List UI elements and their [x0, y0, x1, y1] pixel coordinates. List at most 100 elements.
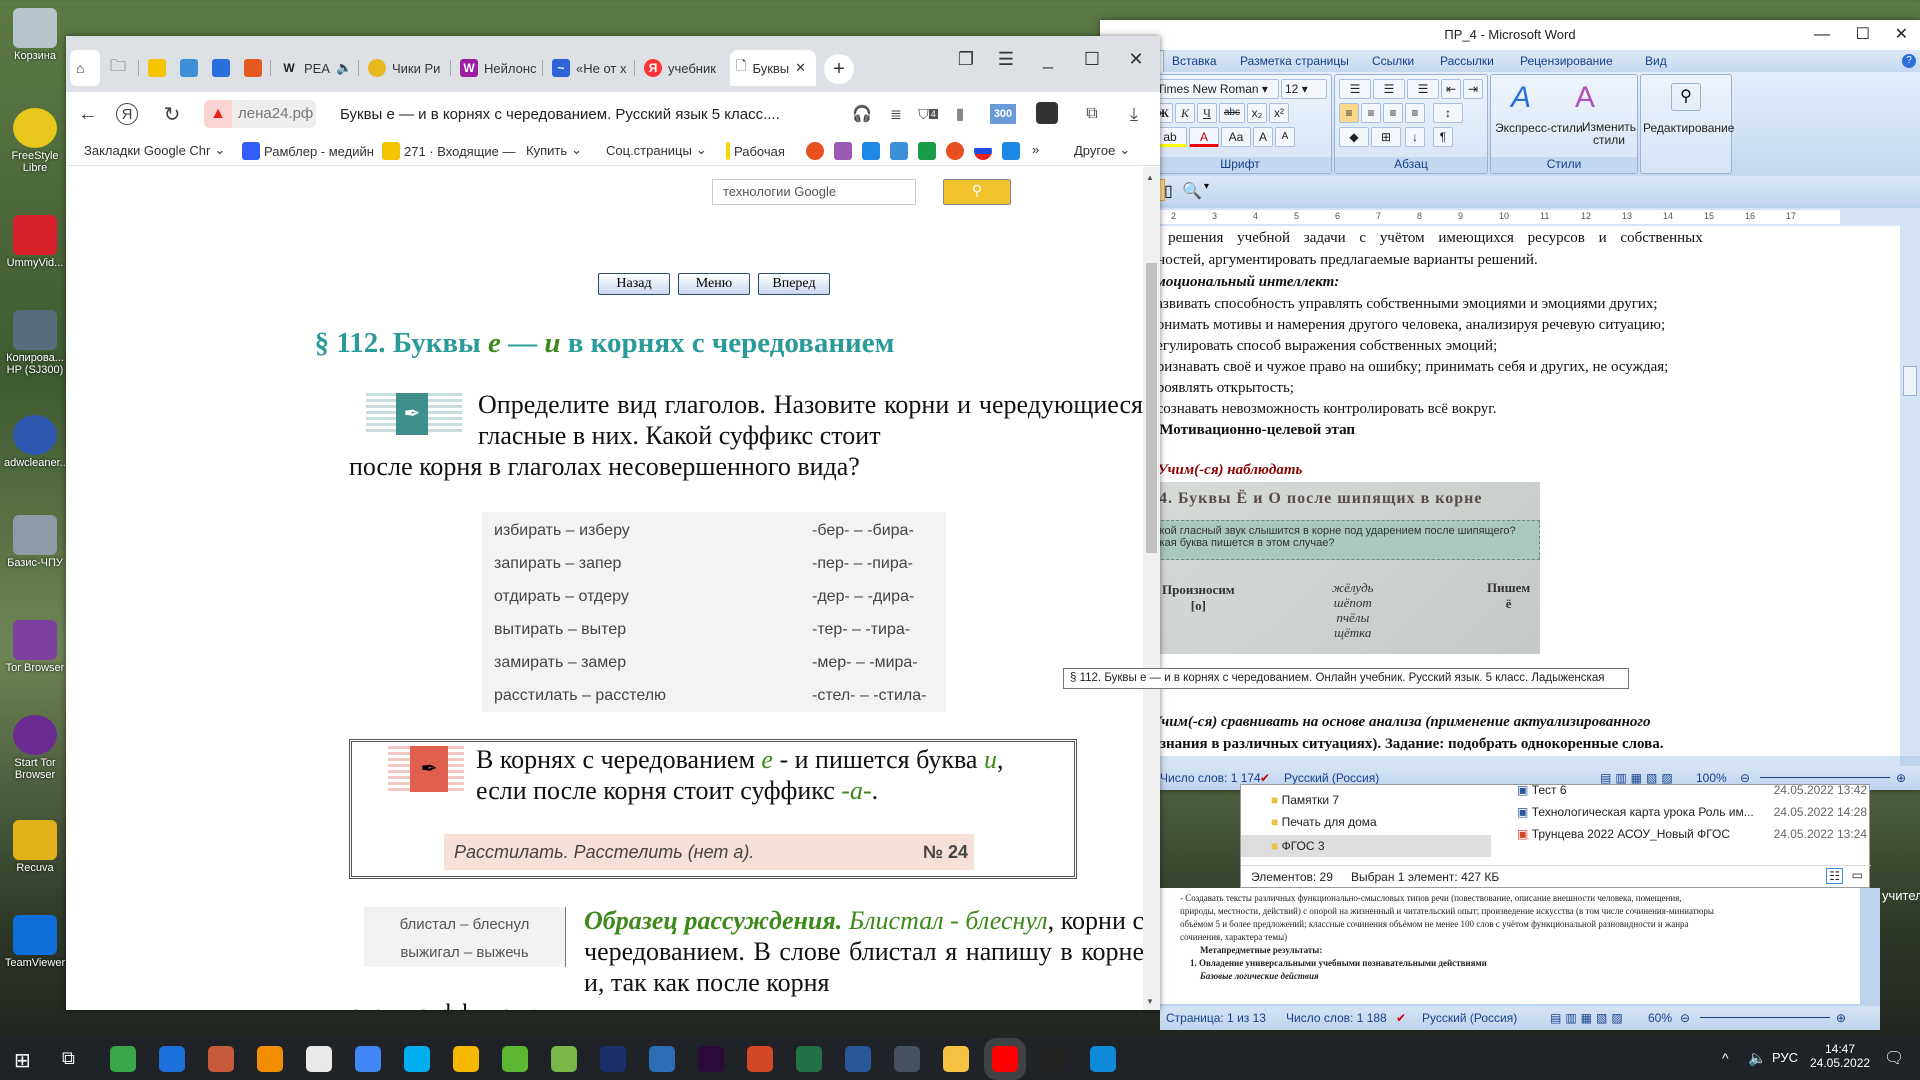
bookmark-icon-cross[interactable] — [918, 142, 936, 160]
taskbar-app-icon[interactable] — [1090, 1046, 1116, 1072]
taskbar-app-icon[interactable] — [257, 1046, 283, 1072]
bookmark-buy-folder[interactable]: Купить ⌄ — [526, 142, 582, 158]
bookmark-icon-k[interactable] — [862, 142, 880, 160]
folder-item[interactable]: ■ Памятки 7 — [1271, 793, 1339, 807]
show-marks-button[interactable]: ¶ — [1433, 127, 1453, 147]
search-button[interactable]: ⚲ — [943, 179, 1011, 205]
google-search-input[interactable]: технологии Google — [712, 179, 916, 205]
address-page-title[interactable]: Буквы е — и в корнях с чередованием. Рус… — [340, 106, 780, 123]
reader-icon[interactable]: ≣ — [882, 100, 910, 128]
bookmark-icon-k2[interactable] — [1002, 142, 1020, 160]
taskbar-app-icon[interactable] — [992, 1046, 1018, 1072]
tab-bukvy-active[interactable]: 🗋 Буквы ✕ — [730, 50, 816, 86]
ribbon-tab-layout[interactable]: Разметка страницы — [1240, 54, 1349, 68]
taskbar-app-icon[interactable] — [306, 1046, 332, 1072]
desktop-icon-teamviewer[interactable]: TeamViewer — [4, 915, 66, 969]
extensions-icon[interactable]: ⧉ — [1078, 100, 1106, 128]
zoom-in-button[interactable]: ⊕ — [1836, 1011, 1846, 1025]
tab-neylons[interactable]: W Нейлонс — [454, 50, 538, 86]
tab-ne-ot[interactable]: ~ «Не от х — [546, 50, 630, 86]
multilevel-list-button[interactable]: ☰ — [1407, 79, 1439, 99]
file-row[interactable]: ▣ Трунцева 2022 АСОУ_Новый ФГОС 24.05.202… — [1517, 827, 1867, 841]
taskbar-app-icon[interactable] — [943, 1046, 969, 1072]
back-button[interactable]: ← — [74, 100, 102, 128]
menu-icon[interactable]: ☰ — [986, 44, 1026, 74]
bullets-button[interactable]: ☰ — [1339, 79, 1371, 99]
bookmark-work[interactable]: Рабочая — [726, 142, 785, 160]
customize-qat-icon[interactable]: ▾ — [1204, 181, 1209, 192]
ribbon-tab-insert[interactable]: Вставка — [1172, 54, 1217, 68]
scroll-thumb[interactable] — [1146, 263, 1157, 553]
preview-icon[interactable]: 🔍 — [1182, 181, 1202, 201]
zoom-out-button[interactable]: ⊖ — [1680, 1011, 1690, 1025]
close-button[interactable]: ✕ — [1116, 44, 1156, 74]
tab-rea[interactable]: WРЕА🔈✕ — [274, 50, 354, 86]
zoom-slider[interactable] — [1760, 777, 1890, 778]
collections-icon[interactable]: ❐ — [946, 44, 986, 74]
volume-icon[interactable]: 🔈 — [1748, 1049, 1767, 1067]
menu-page-button[interactable]: Меню — [678, 273, 750, 295]
taskbar-app-icon[interactable] — [453, 1046, 479, 1072]
input-language[interactable]: РУС — [1772, 1050, 1798, 1065]
bookmark-icon-2[interactable] — [834, 142, 852, 160]
file-row[interactable]: ▣ Технологическая карта урока Роль им...… — [1517, 805, 1867, 819]
desktop-icon-ummyvideo[interactable]: UmmyVid... — [4, 215, 66, 269]
font-color-button[interactable]: A — [1189, 127, 1219, 147]
clock[interactable]: 14:47 24.05.2022 — [1810, 1042, 1870, 1070]
desktop-icon-start-tor[interactable]: Start Tor Browser — [4, 715, 66, 781]
ruler[interactable]: 1234567891011121314151617 — [1100, 208, 1920, 226]
decrease-indent-button[interactable]: ⇤ — [1441, 79, 1461, 99]
warning-icon[interactable]: ▲ — [204, 100, 232, 128]
language-indicator[interactable]: Русский (Россия) — [1422, 1011, 1517, 1025]
scroll-down-arrow[interactable]: ▼ — [1146, 997, 1154, 1006]
align-left-button[interactable]: ≡ — [1339, 103, 1359, 123]
shrink-font-button[interactable]: A — [1275, 127, 1295, 147]
underline-button[interactable]: Ч — [1197, 103, 1217, 123]
font-name-select[interactable]: Times New Roman ▾ — [1153, 79, 1279, 99]
close-button[interactable]: ✕ — [1895, 20, 1908, 50]
tab-weather[interactable] — [174, 50, 202, 86]
font-size-select[interactable]: 12 ▾ — [1281, 79, 1327, 99]
desktop-icon-recycle-bin[interactable]: Корзина — [4, 8, 66, 62]
new-tab-button[interactable]: + — [824, 54, 854, 84]
tab-mail[interactable] — [142, 50, 170, 86]
taskbar-app-icon[interactable] — [1041, 1046, 1067, 1072]
numbering-button[interactable]: ☰ — [1373, 79, 1405, 99]
notifications-icon[interactable]: 🗨 — [1884, 1048, 1904, 1068]
taskbar-app-icon[interactable] — [159, 1046, 185, 1072]
bookmark-icon[interactable]: ▮ — [946, 100, 974, 128]
headphones-icon[interactable]: 🎧 — [848, 100, 876, 128]
spellcheck-icon[interactable]: ✔ — [1260, 771, 1270, 785]
desktop-icon-adwcleaner[interactable]: adwcleaner... — [4, 415, 69, 469]
ribbon-tab-view[interactable]: Вид — [1645, 54, 1667, 68]
close-tab-icon[interactable]: ✕ — [795, 60, 806, 76]
taskbar-app-icon[interactable] — [894, 1046, 920, 1072]
editing-button[interactable]: Редактирование — [1643, 121, 1734, 135]
bookmark-icon-weather[interactable] — [890, 142, 908, 160]
bookmark-icon-3[interactable] — [946, 142, 964, 160]
start-button[interactable]: ⊞ — [14, 1048, 31, 1073]
minimize-button[interactable]: — — [1814, 20, 1830, 50]
task-view-button[interactable]: ⧉ — [62, 1048, 75, 1069]
shading-button[interactable]: ◆ — [1339, 127, 1369, 147]
taskbar-app-icon[interactable] — [845, 1046, 871, 1072]
ext-puzzle-icon[interactable] — [1036, 102, 1058, 124]
downloads-icon[interactable]: ⤓ — [1120, 100, 1148, 128]
strikethrough-button[interactable]: abc — [1219, 103, 1245, 123]
thumbnails-view-icon[interactable]: ▭ — [1852, 868, 1863, 882]
taskbar-app-icon[interactable] — [551, 1046, 577, 1072]
bookmark-social-folder[interactable]: Соц.страницы ⌄ — [606, 142, 707, 158]
folder-item-selected[interactable]: ■ ФГОС 3 — [1241, 835, 1491, 857]
increase-indent-button[interactable]: ⇥ — [1463, 79, 1483, 99]
bookmark-icon-russia[interactable] — [974, 142, 992, 160]
ribbon-tab-references[interactable]: Ссылки — [1372, 54, 1414, 68]
tab-app[interactable] — [206, 50, 234, 86]
details-view-icon[interactable]: ☷ — [1826, 868, 1843, 884]
tab-uchebnik[interactable]: Яучебник — [638, 50, 726, 86]
quick-styles-button[interactable]: Экспресс-стили — [1495, 121, 1583, 135]
reload-button[interactable]: ↻ — [158, 100, 186, 128]
maximize-button[interactable]: ☐ — [1856, 20, 1870, 50]
scroll-thumb[interactable] — [1903, 366, 1917, 396]
tab-chiki[interactable]: Чики Ри — [362, 50, 446, 86]
taskbar-app-icon[interactable] — [796, 1046, 822, 1072]
